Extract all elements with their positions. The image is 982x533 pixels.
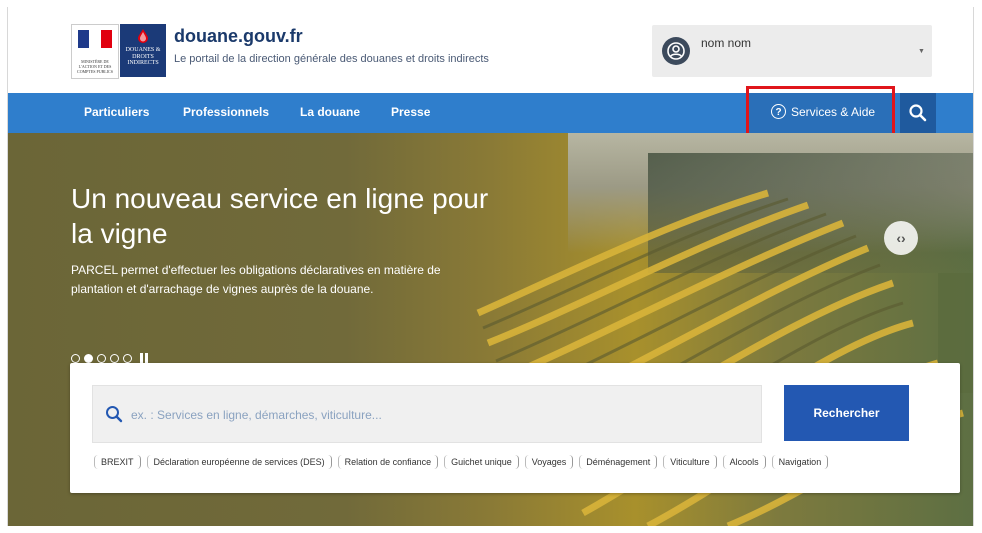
search-tags: BREXIT Déclaration européenne de service… <box>94 455 829 469</box>
tag-brexit[interactable]: BREXIT <box>94 455 141 469</box>
nav-search-button[interactable] <box>900 93 936 133</box>
marianne-logo[interactable]: MINISTÈRE DE L'ACTION ET DES COMPTES PUB… <box>71 24 119 79</box>
code-arrows-icon[interactable]: ‹› <box>884 221 918 255</box>
user-circle-icon <box>662 37 690 65</box>
carousel-dot[interactable] <box>71 353 80 363</box>
nav-item-presse[interactable]: Presse <box>391 105 430 119</box>
tag-relation-confiance[interactable]: Relation de confiance <box>337 455 439 469</box>
hero-description: PARCEL permet d'effectuer les obligation… <box>71 263 441 296</box>
carousel-dot[interactable] <box>123 353 132 363</box>
site-title[interactable]: douane.gouv.fr <box>174 26 303 47</box>
drop-emblem-icon <box>138 29 148 43</box>
carousel-dots <box>71 353 148 363</box>
tag-guichet-unique[interactable]: Guichet unique <box>444 455 519 469</box>
user-name: nom nom <box>701 36 752 50</box>
tag-viticulture[interactable]: Viticulture <box>663 455 717 469</box>
site-subtitle: Le portail de la direction générale des … <box>174 53 489 65</box>
carousel-dot[interactable] <box>110 353 119 363</box>
hero-title[interactable]: Un nouveau service en ligne pour la vign… <box>71 181 501 251</box>
french-flag-icon <box>78 30 112 48</box>
douanes-logo[interactable]: DOUANES & DROITS INDIRECTS <box>120 24 166 77</box>
tag-voyages[interactable]: Voyages <box>524 455 574 469</box>
tag-demenagement[interactable]: Déménagement <box>579 455 658 469</box>
nav-item-la-douane[interactable]: La douane <box>300 105 360 119</box>
pause-icon[interactable] <box>140 353 148 363</box>
highlight-box <box>746 86 895 139</box>
search-button[interactable]: Rechercher <box>784 385 909 441</box>
tag-alcools[interactable]: Alcools <box>722 455 766 469</box>
search-icon <box>909 104 927 122</box>
tag-navigation[interactable]: Navigation <box>771 455 829 469</box>
nav-item-professionnels[interactable]: Professionnels <box>183 105 269 119</box>
search-icon <box>106 406 123 423</box>
marianne-logo-text: MINISTÈRE DE L'ACTION ET DES COMPTES PUB… <box>77 59 113 74</box>
browser-page: MINISTÈRE DE L'ACTION ET DES COMPTES PUB… <box>7 7 974 526</box>
user-menu[interactable]: nom nom ▼ <box>652 25 932 77</box>
search-input[interactable] <box>129 399 733 431</box>
carousel-dot-active[interactable] <box>84 353 93 363</box>
search-panel: Rechercher BREXIT Déclaration européenne… <box>70 363 960 493</box>
search-field[interactable] <box>92 385 762 443</box>
caret-down-icon[interactable]: ▼ <box>918 48 925 55</box>
carousel-dot[interactable] <box>97 353 106 363</box>
site-header: MINISTÈRE DE L'ACTION ET DES COMPTES PUB… <box>8 7 973 93</box>
douanes-logo-text: DOUANES & DROITS INDIRECTS <box>125 47 161 66</box>
tag-des[interactable]: Déclaration européenne de services (DES) <box>146 455 332 469</box>
nav-item-particuliers[interactable]: Particuliers <box>84 105 149 119</box>
